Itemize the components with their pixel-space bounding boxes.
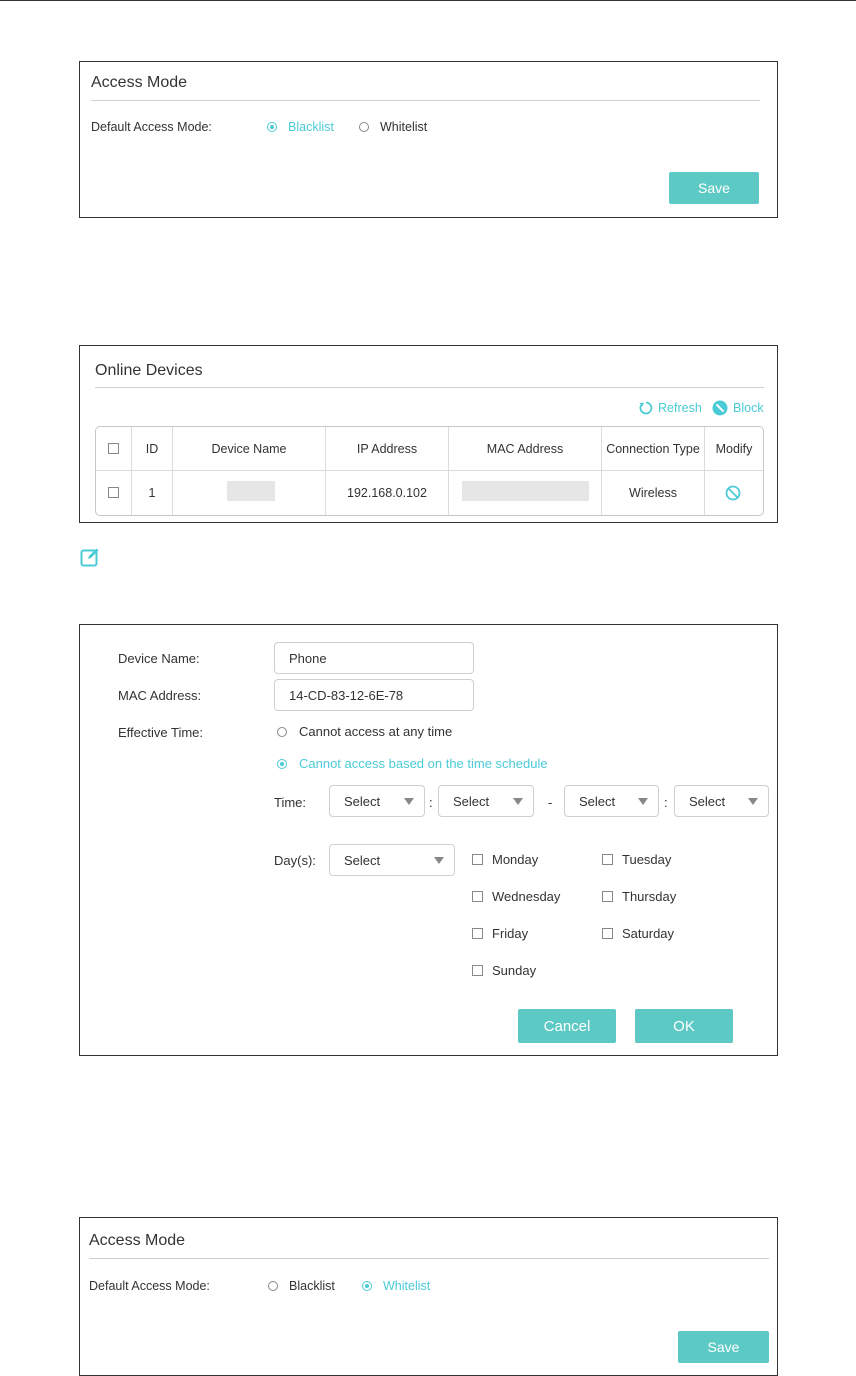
blacklist-radio[interactable] bbox=[268, 1281, 278, 1291]
wednesday-checkbox[interactable] bbox=[472, 891, 483, 902]
select-value: Select bbox=[689, 793, 726, 809]
time-colon: : bbox=[664, 795, 668, 810]
blacklist-label[interactable]: Blacklist bbox=[289, 1279, 335, 1293]
refresh-icon[interactable] bbox=[638, 400, 654, 416]
col-divider bbox=[448, 427, 449, 515]
blacklist-label[interactable]: Blacklist bbox=[288, 120, 334, 134]
column-header-modify: Modify bbox=[715, 442, 753, 456]
chevron-down-icon bbox=[638, 798, 648, 805]
column-header-device-name: Device Name bbox=[211, 442, 287, 456]
panel-title: Access Mode bbox=[89, 1232, 186, 1249]
default-access-mode-label: Default Access Mode: bbox=[91, 120, 212, 134]
start-hour-select[interactable]: Select bbox=[329, 785, 425, 817]
chevron-down-icon bbox=[748, 798, 758, 805]
select-value: Select bbox=[579, 793, 616, 809]
select-value: Select bbox=[344, 793, 381, 809]
col-divider bbox=[325, 427, 326, 515]
cell-connection-type: Wireless bbox=[629, 486, 677, 500]
default-access-mode-label: Default Access Mode: bbox=[89, 1279, 210, 1293]
chevron-down-icon bbox=[434, 857, 444, 864]
access-mode-panel-blacklist: Access Mode Default Access Mode: Blackli… bbox=[79, 61, 778, 218]
chevron-down-icon bbox=[513, 798, 523, 805]
saturday-checkbox[interactable] bbox=[602, 928, 613, 939]
thursday-checkbox[interactable] bbox=[602, 891, 613, 902]
friday-checkbox[interactable] bbox=[472, 928, 483, 939]
whitelist-radio[interactable] bbox=[362, 1281, 372, 1291]
days-label: Day(s): bbox=[274, 853, 316, 868]
start-minute-select[interactable]: Select bbox=[438, 785, 534, 817]
col-divider bbox=[172, 427, 173, 515]
panel-title: Online Devices bbox=[95, 362, 203, 379]
header-divider bbox=[96, 470, 763, 471]
time-dash: - bbox=[548, 795, 553, 810]
whitelist-label[interactable]: Whitelist bbox=[380, 120, 427, 134]
time-colon: : bbox=[429, 795, 433, 810]
mac-address-input[interactable]: 14-CD-83-12-6E-78 bbox=[274, 679, 474, 711]
friday-label[interactable]: Friday bbox=[492, 926, 528, 941]
select-value: Select bbox=[453, 793, 490, 809]
monday-label[interactable]: Monday bbox=[492, 852, 538, 867]
select-value: Select bbox=[344, 852, 381, 868]
save-button[interactable]: Save bbox=[678, 1331, 769, 1363]
col-divider bbox=[131, 427, 132, 515]
blacklist-radio[interactable] bbox=[267, 122, 277, 132]
effective-time-label: Effective Time: bbox=[118, 725, 204, 740]
cannot-access-any-time-radio[interactable] bbox=[277, 727, 287, 737]
device-name-input[interactable]: Phone bbox=[274, 642, 474, 674]
block-device-icon[interactable] bbox=[725, 485, 741, 501]
online-devices-panel: Online Devices Refresh Block ID Device N… bbox=[79, 345, 778, 523]
note-icon bbox=[80, 548, 99, 567]
cancel-button[interactable]: Cancel bbox=[518, 1009, 616, 1043]
device-edit-panel: Device Name: Phone MAC Address: 14-CD-83… bbox=[79, 624, 778, 1056]
end-hour-select[interactable]: Select bbox=[564, 785, 659, 817]
top-rule bbox=[0, 0, 856, 1]
col-divider bbox=[601, 427, 602, 515]
device-name-label: Device Name: bbox=[118, 651, 200, 666]
saturday-label[interactable]: Saturday bbox=[622, 926, 674, 941]
device-name-redacted bbox=[227, 481, 275, 501]
ok-button[interactable]: OK bbox=[635, 1009, 733, 1043]
cell-ip-address: 192.168.0.102 bbox=[347, 486, 427, 500]
title-divider bbox=[91, 100, 760, 101]
mac-address-label: MAC Address: bbox=[118, 688, 202, 703]
time-schedule-label[interactable]: Cannot access based on the time schedule bbox=[299, 756, 548, 771]
column-header-id: ID bbox=[145, 442, 159, 456]
column-header-mac-address: MAC Address bbox=[486, 442, 564, 456]
end-minute-select[interactable]: Select bbox=[674, 785, 769, 817]
whitelist-label[interactable]: Whitelist bbox=[383, 1279, 430, 1293]
devices-table: ID Device Name IP Address MAC Address Co… bbox=[95, 426, 764, 516]
thursday-label[interactable]: Thursday bbox=[622, 889, 676, 904]
sunday-label[interactable]: Sunday bbox=[492, 963, 536, 978]
access-mode-panel-whitelist: Access Mode Default Access Mode: Blackli… bbox=[79, 1217, 778, 1376]
sunday-checkbox[interactable] bbox=[472, 965, 483, 976]
column-header-ip-address: IP Address bbox=[356, 442, 418, 456]
title-divider bbox=[89, 1258, 769, 1259]
block-link[interactable]: Block bbox=[733, 401, 764, 415]
chevron-down-icon bbox=[404, 798, 414, 805]
time-label: Time: bbox=[274, 795, 307, 810]
monday-checkbox[interactable] bbox=[472, 854, 483, 865]
col-divider bbox=[704, 427, 705, 515]
column-header-connection-type: Connection Type bbox=[606, 442, 700, 456]
days-select[interactable]: Select bbox=[329, 844, 455, 876]
title-divider bbox=[95, 387, 764, 388]
refresh-link[interactable]: Refresh bbox=[658, 401, 702, 415]
wednesday-label[interactable]: Wednesday bbox=[492, 889, 560, 904]
time-schedule-radio[interactable] bbox=[277, 759, 287, 769]
cell-id: 1 bbox=[148, 486, 156, 500]
cannot-access-any-time-label[interactable]: Cannot access at any time bbox=[299, 724, 452, 739]
tuesday-checkbox[interactable] bbox=[602, 854, 613, 865]
block-icon[interactable] bbox=[712, 400, 728, 416]
save-button[interactable]: Save bbox=[669, 172, 759, 204]
mac-address-redacted bbox=[462, 481, 589, 501]
select-all-checkbox[interactable] bbox=[108, 443, 119, 454]
row-checkbox[interactable] bbox=[108, 487, 119, 498]
panel-title: Access Mode bbox=[91, 74, 188, 91]
whitelist-radio[interactable] bbox=[359, 122, 369, 132]
tuesday-label[interactable]: Tuesday bbox=[622, 852, 671, 867]
